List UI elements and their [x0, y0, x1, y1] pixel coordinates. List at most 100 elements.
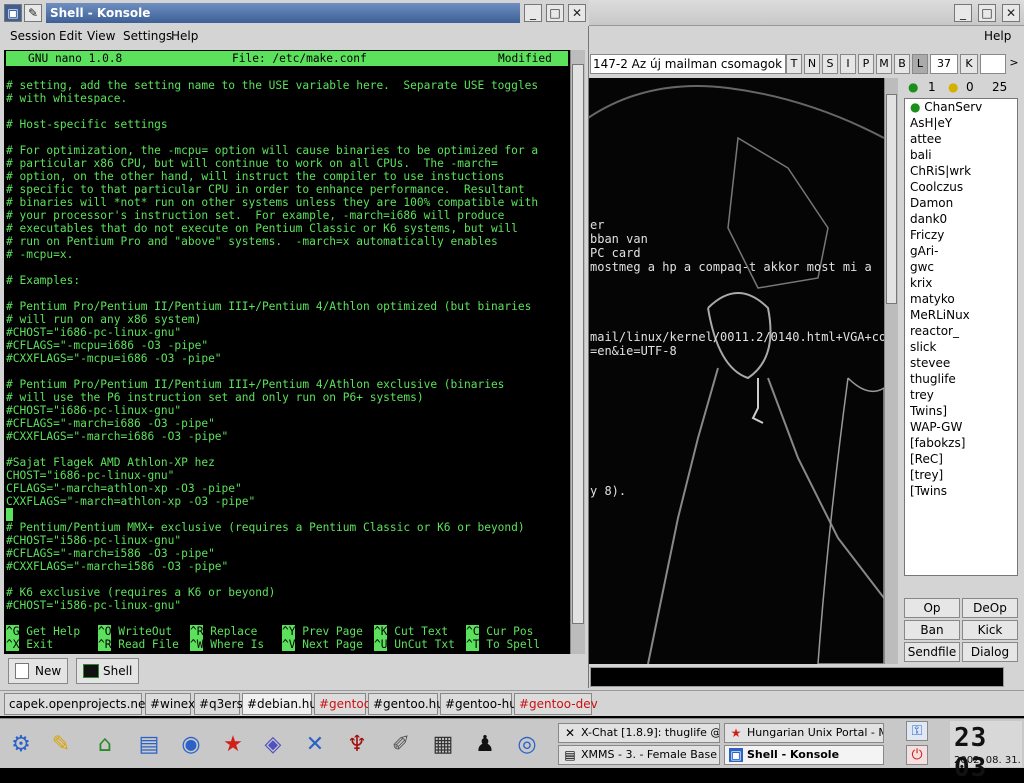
mode-button-n[interactable]: N: [804, 54, 820, 74]
user-list-item[interactable]: Coolczus: [905, 179, 1017, 195]
browser-icon[interactable]: ◉: [174, 727, 208, 761]
quake-icon[interactable]: ♆: [340, 727, 374, 761]
menu-view[interactable]: View: [87, 29, 115, 43]
file-line: # with whitespace.: [6, 92, 128, 105]
close-button[interactable]: ✕: [568, 4, 586, 22]
user-list-item[interactable]: slick: [905, 339, 1017, 355]
home-icon[interactable]: ⌂: [88, 727, 122, 761]
minimize-button[interactable]: _: [954, 4, 972, 22]
user-list[interactable]: ● ChanServ AsH|eY attee bali ChRiS|wrk Coolcz…: [904, 98, 1018, 576]
logout-icon[interactable]: ⏻: [906, 745, 928, 765]
terminal[interactable]: GNU nano 1.0.8 File: /etc/make.conf Modi…: [4, 50, 570, 654]
op-button[interactable]: Op: [904, 598, 960, 618]
shell-tab-label: Shell: [103, 664, 133, 678]
arrow-button[interactable]: >: [1006, 54, 1022, 74]
user-list-item[interactable]: Twins]: [905, 403, 1017, 419]
user-list-item[interactable]: gAri-: [905, 243, 1017, 259]
image-viewer-icon[interactable]: ▦: [426, 727, 460, 761]
minimize-button[interactable]: _: [524, 4, 542, 22]
maximize-button[interactable]: □: [978, 4, 996, 22]
mode-button-i[interactable]: I: [840, 54, 856, 74]
menu-settings[interactable]: Settings: [123, 29, 172, 43]
user-list-item[interactable]: stevee: [905, 355, 1017, 371]
user-list-item[interactable]: ChRiS|wrk: [905, 163, 1017, 179]
topic-field[interactable]: 147-2 Az új mailman csomagok ja: [590, 54, 786, 74]
user-list-item[interactable]: WAP-GW: [905, 419, 1017, 435]
editor-icon[interactable]: ✎: [44, 727, 78, 761]
user-list-item[interactable]: gwc: [905, 259, 1017, 275]
menu-help[interactable]: Help: [171, 29, 198, 43]
new-session-button[interactable]: New: [8, 658, 69, 684]
user-list-item[interactable]: [fabokzs]: [905, 435, 1017, 451]
user-list-item[interactable]: ● ChanServ: [905, 99, 1017, 115]
user-list-item[interactable]: krix: [905, 275, 1017, 291]
user-list-item[interactable]: thuglife: [905, 371, 1017, 387]
user-list-item[interactable]: Friczy: [905, 227, 1017, 243]
menu-session[interactable]: Session: [10, 29, 56, 43]
terminal-scrollbar-thumb[interactable]: [572, 64, 584, 624]
sticky-button[interactable]: ✎: [24, 4, 42, 22]
mode-button-t[interactable]: T: [786, 54, 802, 74]
channel-tab[interactable]: #gentoo-dev: [514, 693, 598, 715]
chat-scrollbar[interactable]: [884, 78, 898, 664]
limit-field[interactable]: 37: [930, 54, 958, 74]
channel-tab[interactable]: #gentoo: [314, 693, 371, 715]
mode-button-l[interactable]: L: [912, 54, 928, 74]
kick-button[interactable]: Kick: [962, 620, 1018, 640]
user-list-item[interactable]: dank0: [905, 211, 1017, 227]
user-list-item[interactable]: [ReC]: [905, 451, 1017, 467]
user-list-item[interactable]: bali: [905, 147, 1017, 163]
close-button[interactable]: ✕: [1002, 4, 1020, 22]
channel-tab[interactable]: #winex: [145, 693, 195, 715]
menu-help[interactable]: Help: [984, 29, 1011, 43]
key-button[interactable]: K: [960, 54, 978, 74]
xchat-icon[interactable]: ✕: [298, 727, 332, 761]
mozilla-icon[interactable]: ★: [216, 727, 250, 761]
file-line: [6, 443, 538, 456]
deop-button[interactable]: DeOp: [962, 598, 1018, 618]
user-list-item[interactable]: AsH|eY: [905, 115, 1017, 131]
lock-icon[interactable]: ⚿: [906, 721, 928, 741]
kde-menu-icon[interactable]: ⚙: [4, 727, 38, 761]
user-list-item[interactable]: MeRLiNux: [905, 307, 1017, 323]
menu-edit[interactable]: Edit: [59, 29, 82, 43]
user-list-item[interactable]: reactor_: [905, 323, 1017, 339]
user-list-item[interactable]: trey: [905, 387, 1017, 403]
channel-tab[interactable]: #gentoo-hu: [440, 693, 517, 715]
clock[interactable]: 23 03 2002. 08. 31.: [950, 721, 1022, 783]
user-list-item[interactable]: Damon: [905, 195, 1017, 211]
user-list-item[interactable]: [trey]: [905, 467, 1017, 483]
shell-tab[interactable]: Shell: [76, 658, 140, 684]
tux-icon[interactable]: ♟: [468, 727, 502, 761]
chat-text-area[interactable]: er bban van PC card mostmeg a hp a compa…: [588, 78, 884, 664]
user-list-item[interactable]: matyko: [905, 291, 1017, 307]
task-mozilla[interactable]: ★ Hungarian Unix Portal - Mozilla: [724, 723, 884, 743]
dialog-button[interactable]: Dialog: [962, 642, 1018, 662]
channel-tab[interactable]: capek.openprojects.net: [4, 693, 150, 715]
gimp-icon[interactable]: ✐: [384, 727, 418, 761]
mode-button-b[interactable]: B: [894, 54, 910, 74]
task-konsole[interactable]: ▣ Shell - Konsole: [724, 745, 884, 765]
window-menu-icon[interactable]: ▣: [4, 4, 22, 22]
search-icon[interactable]: ◎: [510, 727, 544, 761]
channel-tab[interactable]: #gentoo.hu: [368, 693, 444, 715]
user-list-item[interactable]: [Twins: [905, 483, 1017, 499]
mode-button-m[interactable]: M: [876, 54, 892, 74]
xmms-icon[interactable]: ◈: [256, 727, 290, 761]
terminal-scrollbar[interactable]: [570, 50, 585, 654]
task-xchat[interactable]: ✕ X-Chat [1.8.9]: thuglife @ capek: [558, 723, 720, 743]
key-field[interactable]: [980, 54, 1006, 74]
task-label: XMMS - 3. - Female Base: [581, 748, 717, 761]
file-manager-icon[interactable]: ▤: [132, 727, 166, 761]
channel-tab[interactable]: #q3ers: [194, 693, 243, 715]
chat-scrollbar-thumb[interactable]: [886, 94, 897, 304]
mode-button-s[interactable]: S: [822, 54, 838, 74]
mode-button-p[interactable]: P: [858, 54, 874, 74]
channel-tab[interactable]: #debian.hu: [242, 693, 317, 715]
sendfile-button[interactable]: Sendfile: [904, 642, 960, 662]
ban-button[interactable]: Ban: [904, 620, 960, 640]
task-xmms[interactable]: ▤ XMMS - 3. - Female Base: [558, 745, 720, 765]
user-list-item[interactable]: attee: [905, 131, 1017, 147]
maximize-button[interactable]: □: [546, 4, 564, 22]
message-input[interactable]: [590, 667, 1004, 687]
